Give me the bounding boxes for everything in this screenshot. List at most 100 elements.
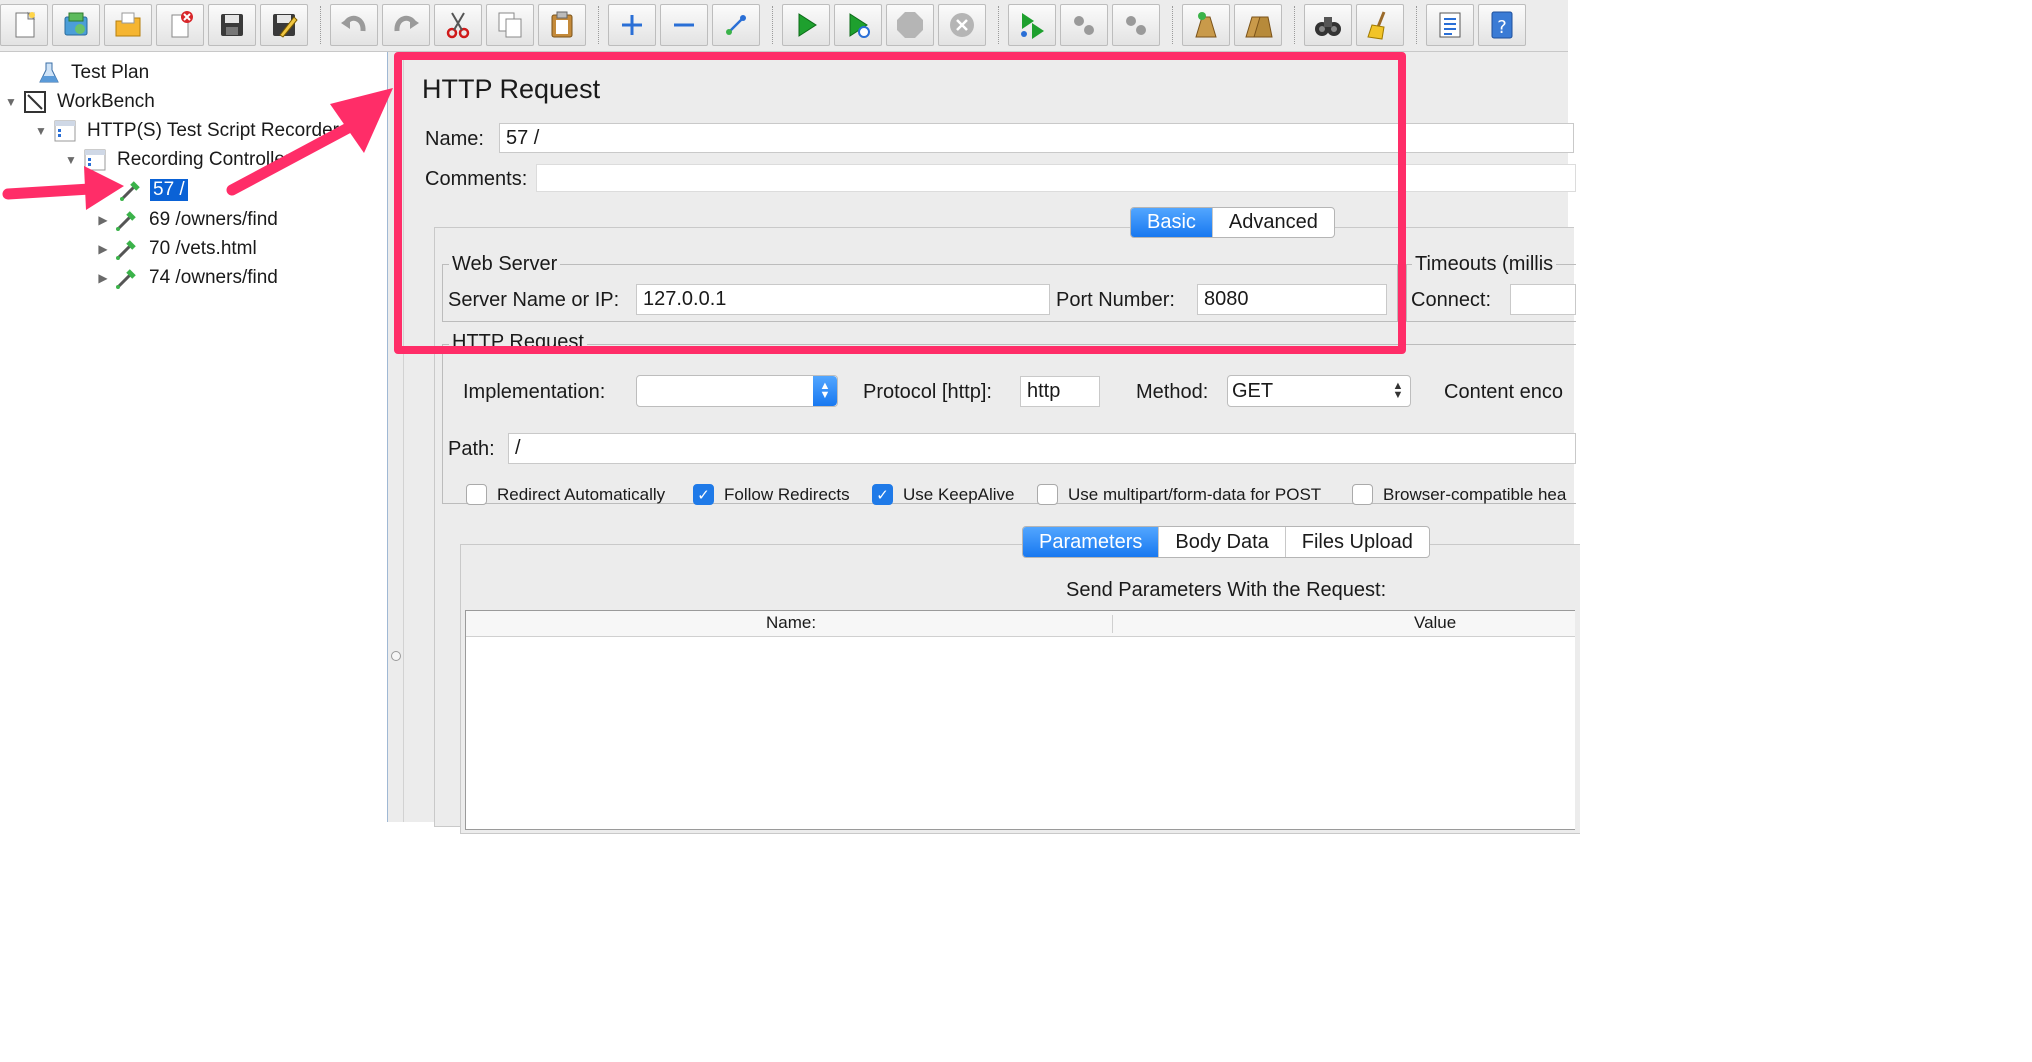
- undo-icon[interactable]: [330, 4, 378, 46]
- collapsed-triangle-icon[interactable]: ▶: [96, 213, 110, 227]
- remote-start-icon[interactable]: [1008, 4, 1056, 46]
- tree-item-recording-controller[interactable]: ▼ Recording Controller: [64, 146, 294, 174]
- tree-item-label: 69 /owners/find: [149, 209, 278, 230]
- checkmark-icon[interactable]: ✓: [872, 484, 893, 505]
- checkbox-label: Use multipart/form-data for POST: [1068, 484, 1322, 504]
- checkbox-box[interactable]: [1037, 484, 1058, 505]
- stop-icon[interactable]: [886, 4, 934, 46]
- tree-item-label: 74 /owners/find: [149, 267, 278, 288]
- remote-shutdown-icon[interactable]: [1112, 4, 1160, 46]
- use-keepalive-checkbox[interactable]: ✓ Use KeepAlive: [872, 484, 1015, 505]
- path-label: Path:: [448, 438, 495, 460]
- controller-icon: [82, 147, 108, 173]
- tree-item-sampler-57[interactable]: 57 /: [100, 176, 188, 204]
- test-plan-tree: Test Plan ▼ WorkBench ▼ HTTP(S) Test Scr…: [0, 52, 388, 822]
- save-icon[interactable]: [208, 4, 256, 46]
- parameters-caption: Send Parameters With the Request:: [1066, 579, 1387, 601]
- method-select[interactable]: GET ▲ ▼: [1227, 375, 1411, 407]
- tab-files-upload[interactable]: Files Upload: [1286, 527, 1429, 557]
- main-toolbar: ?: [0, 0, 1568, 52]
- method-value: GET: [1232, 379, 1274, 402]
- pipette-icon: [118, 177, 144, 203]
- function-helper-icon[interactable]: [1426, 4, 1474, 46]
- collapse-icon[interactable]: [660, 4, 708, 46]
- path-field[interactable]: /: [508, 433, 1576, 464]
- tree-item-label: WorkBench: [57, 91, 155, 112]
- tree-item-label: 70 /vets.html: [149, 238, 257, 259]
- tree-item-sampler-74[interactable]: ▶ 74 /owners/find: [96, 264, 281, 292]
- column-divider[interactable]: [1112, 615, 1113, 633]
- expand-icon[interactable]: [608, 4, 656, 46]
- checkbox-box[interactable]: [466, 484, 487, 505]
- select-arrows-icon: ▲ ▼: [813, 376, 837, 406]
- cut-icon[interactable]: [434, 4, 482, 46]
- shutdown-icon[interactable]: [938, 4, 986, 46]
- checkmark-icon[interactable]: ✓: [693, 484, 714, 505]
- pipette-icon: [114, 207, 140, 233]
- new-icon[interactable]: [0, 4, 48, 46]
- workbench-icon: [22, 89, 48, 115]
- tree-item-sampler-69[interactable]: ▶ 69 /owners/find: [96, 206, 281, 234]
- tree-item-label: Recording Controller: [117, 149, 292, 170]
- open-icon[interactable]: [104, 4, 152, 46]
- tab-parameters[interactable]: Parameters: [1023, 527, 1160, 557]
- redirect-automatically-checkbox[interactable]: Redirect Automatically: [466, 484, 665, 505]
- column-header-value[interactable]: Value: [1414, 613, 1456, 633]
- pipette-icon: [114, 265, 140, 291]
- search-icon[interactable]: [1304, 4, 1352, 46]
- select-arrows-icon: ▲ ▼: [1392, 380, 1404, 401]
- connect-timeout-label: Connect:: [1411, 289, 1492, 311]
- expanded-triangle-icon[interactable]: ▼: [64, 153, 78, 167]
- timeouts-title: Timeouts (millis: [1412, 253, 1557, 276]
- toggle-icon[interactable]: [712, 4, 760, 46]
- http-request-group: [442, 344, 1576, 504]
- tree-item-label: 57 /: [150, 179, 188, 201]
- copy-icon[interactable]: [486, 4, 534, 46]
- parameters-table: Name: Value: [465, 610, 1575, 830]
- pipette-icon: [114, 236, 140, 262]
- expanded-triangle-icon[interactable]: ▼: [34, 124, 48, 138]
- checkbox-label: Browser-compatible hea: [1383, 484, 1567, 504]
- content-encoding-label: Content enco: [1444, 381, 1563, 403]
- tree-item-test-plan[interactable]: Test Plan: [18, 59, 152, 87]
- templates-icon[interactable]: [52, 4, 100, 46]
- implementation-label: Implementation:: [463, 381, 606, 403]
- tree-item-label: HTTP(S) Test Script Recorder: [87, 120, 339, 141]
- paste-icon[interactable]: [538, 4, 586, 46]
- table-header: Name: Value: [466, 611, 1575, 637]
- help-icon[interactable]: ?: [1478, 4, 1526, 46]
- svg-text:?: ?: [1497, 17, 1507, 38]
- redo-icon[interactable]: [382, 4, 430, 46]
- use-multipart-checkbox[interactable]: Use multipart/form-data for POST: [1037, 484, 1321, 505]
- start-icon[interactable]: [782, 4, 830, 46]
- remote-stop-icon[interactable]: [1060, 4, 1108, 46]
- browser-compatible-headers-checkbox[interactable]: Browser-compatible hea: [1352, 484, 1566, 505]
- follow-redirects-checkbox[interactable]: ✓ Follow Redirects: [693, 484, 850, 505]
- expanded-triangle-icon[interactable]: ▼: [4, 95, 18, 109]
- save-as-icon[interactable]: [260, 4, 308, 46]
- flask-icon: [36, 60, 62, 86]
- method-label: Method:: [1136, 381, 1209, 403]
- tree-item-sampler-70[interactable]: ▶ 70 /vets.html: [96, 235, 260, 263]
- annotation-highlight-box: [394, 52, 1406, 354]
- tree-item-label: Test Plan: [71, 62, 150, 83]
- collapsed-triangle-icon[interactable]: ▶: [96, 242, 110, 256]
- close-icon[interactable]: [156, 4, 204, 46]
- implementation-select[interactable]: ▲ ▼: [636, 375, 838, 407]
- checkbox-box[interactable]: [1352, 484, 1373, 505]
- start-no-pauses-icon[interactable]: [834, 4, 882, 46]
- tab-body-data[interactable]: Body Data: [1159, 527, 1286, 557]
- tree-item-workbench[interactable]: ▼ WorkBench: [4, 88, 158, 116]
- checkbox-label: Use KeepAlive: [903, 484, 1015, 504]
- tree-item-recorder[interactable]: ▼ HTTP(S) Test Script Recorder: [34, 117, 342, 145]
- clear-all-icon[interactable]: [1234, 4, 1282, 46]
- checkbox-label: Follow Redirects: [724, 484, 850, 504]
- divider-handle[interactable]: [391, 651, 401, 661]
- connect-timeout-field[interactable]: [1510, 284, 1576, 315]
- collapsed-triangle-icon[interactable]: ▶: [96, 271, 110, 285]
- column-header-name[interactable]: Name:: [766, 613, 816, 633]
- clear-icon[interactable]: [1182, 4, 1230, 46]
- recorder-icon: [52, 118, 78, 144]
- protocol-field[interactable]: http: [1020, 376, 1100, 407]
- reset-search-icon[interactable]: [1356, 4, 1404, 46]
